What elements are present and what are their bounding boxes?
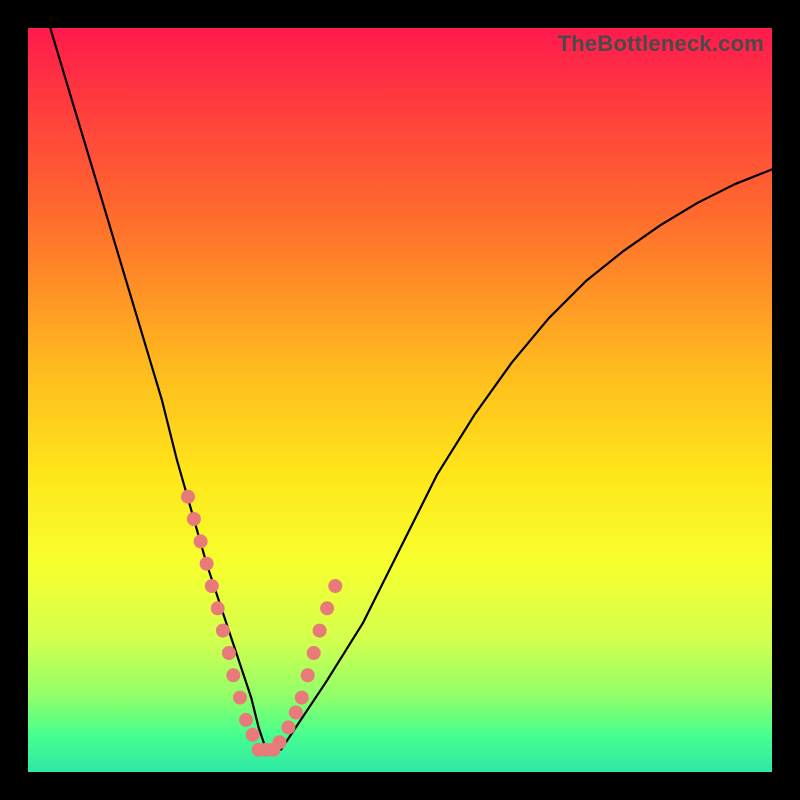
chart-frame: TheBottleneck.com [0,0,800,800]
marker-dot [239,713,253,727]
marker-dot [301,668,315,682]
marker-dot [281,720,295,734]
marker-dot [233,691,247,705]
marker-dot [181,490,195,504]
marker-dot [216,624,230,638]
marker-dot [194,534,208,548]
marker-dot [246,728,260,742]
marker-dot [295,691,309,705]
marker-dot [187,512,201,526]
plot-area: TheBottleneck.com [28,28,772,772]
marker-dot [320,601,334,615]
marker-dot [226,668,240,682]
marker-dot [273,735,287,749]
marker-dot [307,646,321,660]
marker-dot [313,624,327,638]
marker-dot [222,646,236,660]
marker-dot [205,579,219,593]
marker-group [181,490,342,757]
chart-overlay [28,28,772,772]
marker-dot [328,579,342,593]
marker-dot [289,706,303,720]
marker-dot [211,601,225,615]
marker-dot [200,557,214,571]
bottleneck-curve [50,28,772,750]
